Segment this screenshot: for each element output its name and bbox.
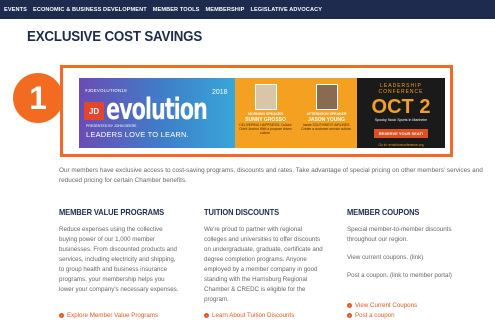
banner-speakers-panel: MORNING SPEAKER SUNNY GROSSO DELIVERING … bbox=[235, 78, 357, 148]
section-paragraph: View current coupons. (link) bbox=[347, 254, 424, 261]
section-body: We're proud to partner with regional col… bbox=[204, 225, 326, 305]
learn-tuition-discounts-link[interactable]: › Learn About Tuition Discounts bbox=[204, 312, 294, 319]
tuition-discounts-section: TUITION DISCOUNTS We're proud to partner… bbox=[204, 208, 326, 313]
section-body: Special member-to-member discounts throu… bbox=[347, 225, 469, 281]
link-label: Explore Member Value Programs bbox=[67, 312, 159, 319]
member-coupons-section: MEMBER COUPONS Special member-to-member … bbox=[347, 208, 469, 289]
nav-item-member-tools[interactable]: MEMBER TOOLS bbox=[153, 7, 200, 13]
nav-item-legislative-advocacy[interactable]: LEGISLATIVE ADVOCACY bbox=[250, 7, 322, 13]
banner-slogan: LEADERS LOVE TO LEARN. bbox=[86, 130, 189, 139]
chevron-right-icon: › bbox=[59, 312, 64, 318]
link-label: View Current Coupons bbox=[355, 302, 418, 309]
banner-evolution-panel: #JDEVOLUTION18 JD evolution 2018 PRESENT… bbox=[79, 78, 235, 148]
section-title: MEMBER COUPONS bbox=[347, 208, 420, 217]
post-coupon-link[interactable]: › Post a coupon bbox=[347, 312, 395, 319]
member-value-section: MEMBER VALUE PROGRAMS Reduce expenses us… bbox=[59, 208, 181, 303]
banner-headline: evolution bbox=[106, 92, 208, 126]
conference-label: LEADERSHIP CONFERENCE bbox=[378, 83, 424, 96]
evolution-conference-banner[interactable]: #JDEVOLUTION18 JD evolution 2018 PRESENT… bbox=[79, 78, 445, 148]
section-paragraph: Post a coupon. (link to member portal) bbox=[347, 272, 452, 279]
step-number-badge: 1 bbox=[13, 73, 63, 123]
page-title: EXCLUSIVE COST SAVINGS bbox=[27, 29, 203, 45]
speaker-photo bbox=[254, 84, 277, 110]
intro-paragraph: Our members have exclusive access to cos… bbox=[59, 167, 483, 184]
conference-venue: Spooky Nook Sports in Manheim bbox=[374, 117, 428, 122]
explore-member-value-link[interactable]: › Explore Member Value Programs bbox=[59, 312, 158, 319]
speaker-role: MORNING SPEAKER bbox=[248, 112, 283, 116]
jd-logo: JD bbox=[84, 102, 104, 120]
reserve-seat-button[interactable]: RESERVE YOUR SEAT! bbox=[373, 128, 429, 138]
chevron-right-icon: › bbox=[347, 302, 352, 308]
speaker-card: MORNING SPEAKER SUNNY GROSSO DELIVERING … bbox=[235, 78, 296, 148]
chevron-right-icon: › bbox=[347, 312, 352, 318]
speaker-description: Inside SOUTHWEST AIRLINES: Create a cust… bbox=[301, 123, 352, 131]
speaker-card: AFTERNOON SPEAKER JASON YOUNG Inside SOU… bbox=[296, 78, 357, 148]
banner-date-panel: LEADERSHIP CONFERENCE OCT 2 Spooky Nook … bbox=[357, 78, 445, 148]
conference-website[interactable]: Go to: evolutionconference.org bbox=[357, 143, 445, 147]
link-label: Post a coupon bbox=[355, 312, 395, 319]
section-paragraph: Reduce expenses using the collective buy… bbox=[59, 226, 179, 293]
speaker-role: AFTERNOON SPEAKER bbox=[306, 112, 347, 116]
section-title: MEMBER VALUE PROGRAMS bbox=[59, 208, 165, 217]
section-paragraph: We're proud to partner with regional col… bbox=[204, 226, 323, 303]
view-current-coupons-link[interactable]: › View Current Coupons bbox=[347, 302, 417, 309]
banner-year: 2018 bbox=[212, 89, 228, 96]
speaker-photo bbox=[315, 84, 338, 110]
nav-item-economic-development[interactable]: ECONOMIC & BUSINESS DEVELOPMENT bbox=[33, 7, 147, 13]
section-body: Reduce expenses using the collective buy… bbox=[59, 225, 181, 295]
top-navigation: EVENTS ECONOMIC & BUSINESS DEVELOPMENT M… bbox=[0, 0, 495, 19]
conference-date: OCT 2 bbox=[371, 95, 431, 118]
section-title: TUITION DISCOUNTS bbox=[204, 208, 280, 217]
link-label: Learn About Tuition Discounts bbox=[212, 312, 295, 319]
chevron-right-icon: › bbox=[204, 312, 209, 318]
section-paragraph: Special member-to-member discounts throu… bbox=[347, 226, 452, 243]
speaker-description: DELIVERING HAPPINESS: Culture Chief: Anc… bbox=[239, 123, 292, 135]
banner-presented-by: PRESENTED BY JOHN DEERE bbox=[86, 124, 137, 128]
nav-item-events[interactable]: EVENTS bbox=[4, 7, 27, 13]
nav-item-membership[interactable]: MEMBERSHIP bbox=[206, 7, 245, 13]
